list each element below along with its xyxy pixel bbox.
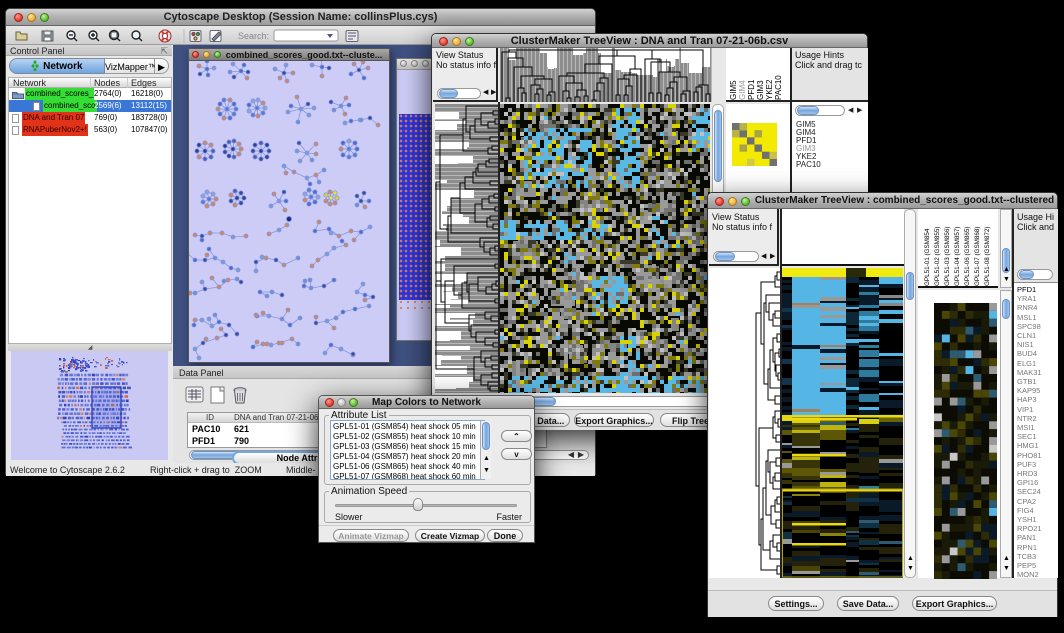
svg-text:Search:: Search:	[238, 31, 269, 41]
svg-text:YKE2: YKE2	[765, 79, 774, 100]
svg-text:GPL51-03 (GSM856): GPL51-03 (GSM856)	[944, 227, 951, 287]
svg-text:GPL51-06 (GSM865): GPL51-06 (GSM865)	[964, 227, 971, 287]
svg-text:GPL51-08 (GSM872): GPL51-08 (GSM872)	[984, 227, 991, 287]
svg-text:GPL51-07 (GSM868): GPL51-07 (GSM868)	[974, 227, 981, 287]
svg-text:GPL51-02 (GSM855): GPL51-02 (GSM855)	[934, 227, 941, 287]
svg-text:GIM5: GIM5	[729, 80, 738, 100]
svg-text:PAC10: PAC10	[774, 75, 783, 100]
svg-text:GPL51-04 (GSM857): GPL51-04 (GSM857)	[954, 227, 961, 287]
svg-text:GIM4: GIM4	[738, 80, 747, 100]
svg-text:GIM3: GIM3	[756, 80, 765, 100]
svg-text:PFD1: PFD1	[747, 79, 756, 100]
svg-text:GPL51-01 (GSM854: GPL51-01 (GSM854	[924, 228, 931, 286]
